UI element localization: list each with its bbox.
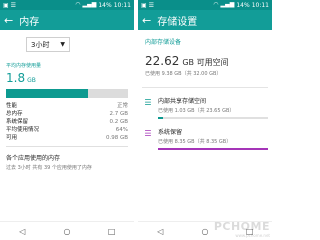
shared-storage-item[interactable]: ☰ 内部共享存储空间 已使用 1.03 GB（共 23.65 GB）: [142, 96, 268, 119]
nav-recent-icon[interactable]: □: [102, 227, 122, 236]
storage-item-subtitle: 已使用 1.03 GB（共 23.65 GB）: [158, 108, 235, 114]
time-period-dropdown[interactable]: 3小时 ▼: [26, 37, 70, 52]
storage-available-unit: GB 可用空间: [182, 58, 229, 67]
list-icon: ☰: [144, 97, 152, 107]
navigation-bar: ◁ ○ □: [0, 221, 134, 240]
nav-home-icon[interactable]: ○: [195, 227, 215, 236]
stat-label: 性能: [6, 103, 18, 109]
notification-icons: ▣ ☰: [141, 1, 154, 9]
avg-memory-label: 平均内存使用量: [6, 63, 42, 69]
storage-item-bar-fill: [158, 148, 268, 150]
nav-home-icon[interactable]: ○: [57, 227, 77, 236]
stat-value: 0.2 GB: [109, 119, 128, 125]
storage-screen: ▣ ☰ ◠ ▂▄▆ 14% 10:11 ← 存储设置 内部存储设备 22.62 …: [138, 0, 272, 240]
stat-value: 64%: [115, 127, 128, 133]
apps-memory-subtitle: 过去 3小时 共有 39 个应用使用了内存: [6, 165, 92, 171]
stat-value: 正常: [116, 103, 128, 109]
navigation-bar: ◁ ○ □: [138, 221, 272, 240]
clock: 10:11: [113, 1, 131, 9]
apps-memory-title: 各个应用使用的内存: [6, 155, 61, 162]
page-title: 存储设置: [157, 16, 198, 28]
internal-storage-header: 内部存储设备: [145, 39, 182, 46]
apps-memory-entry[interactable]: 各个应用使用的内存 过去 3小时 共有 39 个应用使用了内存: [6, 153, 128, 171]
divider: [142, 87, 268, 88]
stat-value: 0.98 GB: [105, 135, 128, 141]
storage-item-subtitle: 已使用 8.35 GB（共 8.35 GB）: [158, 139, 232, 145]
storage-available-number: 22.62: [145, 54, 180, 68]
period-value: 3小时: [31, 40, 50, 49]
storage-item-bar-fill: [158, 117, 163, 119]
stat-label: 平均使用情况: [6, 127, 40, 133]
app-bar: ← 存储设置: [138, 10, 272, 30]
avg-memory-value: 1.8 GB: [6, 71, 134, 85]
storage-item-bar: [158, 148, 268, 150]
app-bar: ← 内存: [0, 10, 134, 30]
notification-icons: ▣ ☰: [3, 1, 16, 9]
stat-row: 系统保留 0.2 GB: [6, 118, 128, 126]
back-arrow-icon[interactable]: ←: [142, 15, 151, 26]
back-arrow-icon[interactable]: ←: [4, 15, 13, 26]
avg-memory-number: 1.8: [6, 71, 26, 85]
signal-icon: ▂▄▆: [220, 1, 235, 8]
list-icon: ☰: [144, 128, 152, 138]
stat-row: 性能 正常: [6, 102, 128, 110]
stat-row: 总内存 2.7 GB: [6, 110, 128, 118]
stat-label: 可用: [6, 135, 18, 141]
status-bar: ▣ ☰ ◠ ▂▄▆ 14% 10:11: [138, 0, 272, 10]
dropdown-caret-icon: ▼: [60, 41, 65, 48]
memory-screen: ▣ ☰ ◠ ▂▄▆ 14% 10:11 ← 内存 3小时 ▼ 平均内存使用量 1…: [0, 0, 134, 240]
clock: 10:11: [251, 1, 269, 9]
signal-icon: ▂▄▆: [82, 1, 97, 8]
storage-item-title: 系统保留: [158, 129, 183, 136]
battery-level: 14%: [236, 1, 250, 9]
status-bar: ▣ ☰ ◠ ▂▄▆ 14% 10:11: [0, 0, 134, 10]
nav-back-icon[interactable]: ◁: [12, 227, 32, 236]
storage-item-bar: [158, 117, 268, 119]
storage-available: 22.62 GB 可用空间: [145, 54, 272, 68]
wifi-icon: ◠: [213, 1, 219, 8]
system-reserved-item[interactable]: ☰ 系统保留 已使用 8.35 GB（共 8.35 GB）: [142, 127, 268, 150]
stat-row: 可用 0.98 GB: [6, 134, 128, 142]
storage-used-summary: 已使用 9.38 GB（共 32.00 GB）: [145, 71, 222, 77]
nav-back-icon[interactable]: ◁: [150, 227, 170, 236]
nav-recent-icon[interactable]: □: [240, 227, 260, 236]
wifi-icon: ◠: [75, 1, 81, 8]
stat-label: 总内存: [6, 111, 23, 117]
memory-usage-fill: [6, 89, 88, 98]
memory-usage-bar: [6, 89, 128, 98]
avg-memory-unit: GB: [27, 77, 36, 84]
divider: [6, 146, 128, 147]
memory-stats: 性能 正常 总内存 2.7 GB 系统保留 0.2 GB 平均使用情况 64% …: [6, 102, 128, 147]
storage-item-title: 内部共享存储空间: [158, 98, 207, 105]
battery-level: 14%: [98, 1, 112, 9]
stat-row: 平均使用情况 64%: [6, 126, 128, 134]
page-title: 内存: [19, 16, 40, 28]
stat-label: 系统保留: [6, 119, 29, 125]
stat-value: 2.7 GB: [109, 111, 128, 117]
